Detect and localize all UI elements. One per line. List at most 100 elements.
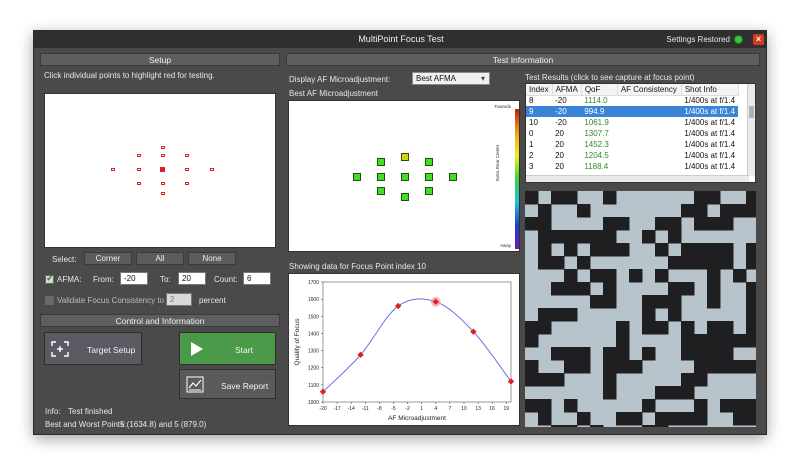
pattern-block: [525, 373, 539, 387]
pattern-block: [525, 399, 539, 413]
pattern-block: [681, 412, 695, 426]
col-af-consistency[interactable]: AF Consistency: [617, 84, 682, 96]
start-button[interactable]: Start: [179, 332, 276, 365]
focus-point[interactable]: [161, 146, 165, 149]
select-label: Select:: [52, 255, 77, 264]
count-input[interactable]: 6: [243, 272, 271, 285]
col-index[interactable]: Index: [526, 84, 553, 96]
col-shot-info[interactable]: Shot Info: [681, 84, 739, 96]
table-row[interactable]: 1 20 1452.3 1/400s at f/1.4: [526, 139, 738, 150]
table-row[interactable]: 8 -20 1114.0 1/400s at f/1.4: [526, 95, 738, 106]
results-vscrollbar[interactable]: [747, 84, 755, 176]
target-setup-button[interactable]: Target Setup: [44, 332, 142, 365]
pattern-block: [668, 282, 682, 296]
results-table[interactable]: Index AFMA QoF AF Consistency Shot Info …: [525, 83, 756, 183]
af-point[interactable]: [425, 158, 433, 166]
pattern-block: [655, 412, 669, 426]
capture-preview[interactable]: [525, 191, 756, 427]
af-point[interactable]: [353, 173, 361, 181]
pattern-block: [564, 191, 578, 205]
table-row[interactable]: 3 20 1188.4 1/400s at f/1.4: [526, 161, 738, 172]
best-worst-value: 5 (1634.8) and 5 (879.0): [120, 420, 207, 429]
af-point[interactable]: [449, 173, 457, 181]
y-tick-label: 1100: [308, 383, 319, 389]
focus-point[interactable]: [185, 168, 189, 171]
y-axis-label: Quality of Focus: [294, 318, 301, 366]
pattern-block: [707, 321, 721, 335]
col-afma[interactable]: AFMA: [552, 84, 582, 96]
table-row[interactable]: 0 20 1307.7 1/400s at f/1.4: [526, 128, 738, 139]
pattern-block: [642, 321, 656, 335]
cell-qof: 1452.3: [584, 140, 609, 149]
focus-point[interactable]: [210, 168, 214, 171]
af-point-center[interactable]: [401, 173, 409, 181]
to-label: To:: [160, 275, 171, 284]
pattern-block: [707, 347, 721, 361]
focus-point[interactable]: [161, 182, 165, 185]
pattern-block: [616, 347, 630, 361]
focus-point-center[interactable]: [160, 167, 165, 172]
validate-input[interactable]: 2: [166, 293, 192, 306]
pattern-block: [694, 243, 708, 257]
focus-point[interactable]: [161, 154, 165, 157]
pattern-block: [590, 230, 604, 244]
cell-shot-info: 1/400s at f/1.4: [684, 162, 736, 171]
pattern-block: [538, 399, 552, 413]
af-point[interactable]: [425, 173, 433, 181]
pattern-block: [733, 360, 747, 374]
cell-qof: 994.9: [581, 106, 618, 117]
focus-point[interactable]: [185, 182, 189, 185]
pattern-block: [694, 217, 708, 231]
af-point[interactable]: [401, 193, 409, 201]
colorbar-bottom-label: Away: [500, 243, 511, 248]
focus-point[interactable]: [137, 154, 141, 157]
display-afma-select[interactable]: Best AFMA ▾: [412, 72, 490, 85]
corner-button[interactable]: Corner: [84, 252, 132, 265]
focus-point[interactable]: [111, 168, 115, 171]
save-report-button[interactable]: Save Report: [179, 369, 276, 399]
pattern-block: [564, 399, 578, 413]
pattern-block: [681, 282, 695, 296]
focus-point-selector[interactable]: [44, 93, 276, 248]
results-hscrollbar[interactable]: [526, 175, 749, 182]
pattern-block: [694, 360, 708, 374]
pattern-block: [720, 321, 734, 335]
cell-index: 0: [529, 129, 534, 138]
focus-point[interactable]: [137, 182, 141, 185]
none-button[interactable]: None: [188, 252, 236, 265]
report-icon: [186, 376, 204, 393]
pattern-block: [746, 204, 756, 218]
close-button[interactable]: ×: [753, 34, 764, 45]
af-point[interactable]: [425, 187, 433, 195]
table-row[interactable]: 2 20 1204.5 1/400s at f/1.4: [526, 150, 738, 161]
all-button[interactable]: All: [136, 252, 184, 265]
pattern-block: [642, 295, 656, 309]
cell-qof: 1061.9: [584, 118, 609, 127]
af-point[interactable]: [377, 173, 385, 181]
scroll-thumb[interactable]: [749, 106, 754, 118]
pattern-block: [564, 360, 578, 374]
from-input[interactable]: -20: [120, 272, 148, 285]
play-icon: [191, 342, 203, 356]
table-row[interactable]: 10 -20 1061.9 1/400s at f/1.4: [526, 117, 738, 128]
cell-afma: 20: [555, 151, 564, 160]
pattern-block: [642, 425, 656, 427]
x-tick-label: -11: [362, 406, 369, 412]
validate-checkbox[interactable]: [45, 296, 54, 305]
focus-point[interactable]: [137, 168, 141, 171]
x-tick-label: 19: [504, 406, 510, 412]
table-row[interactable]: 9 -20 994.9 1/400s at f/1.4: [526, 106, 739, 117]
best-afma-map[interactable]: Towards Extra Rear Center Away: [288, 100, 520, 252]
af-point[interactable]: [377, 187, 385, 195]
cell-afma: 20: [555, 140, 564, 149]
pattern-block: [564, 230, 578, 244]
af-point[interactable]: [401, 153, 409, 161]
pattern-block: [681, 204, 695, 218]
focus-point[interactable]: [161, 192, 165, 195]
afma-checkbox[interactable]: [45, 273, 54, 284]
af-point[interactable]: [377, 158, 385, 166]
focus-point[interactable]: [185, 154, 189, 157]
col-qof[interactable]: QoF: [581, 84, 618, 96]
to-input[interactable]: 20: [178, 272, 206, 285]
pattern-block: [681, 256, 695, 270]
